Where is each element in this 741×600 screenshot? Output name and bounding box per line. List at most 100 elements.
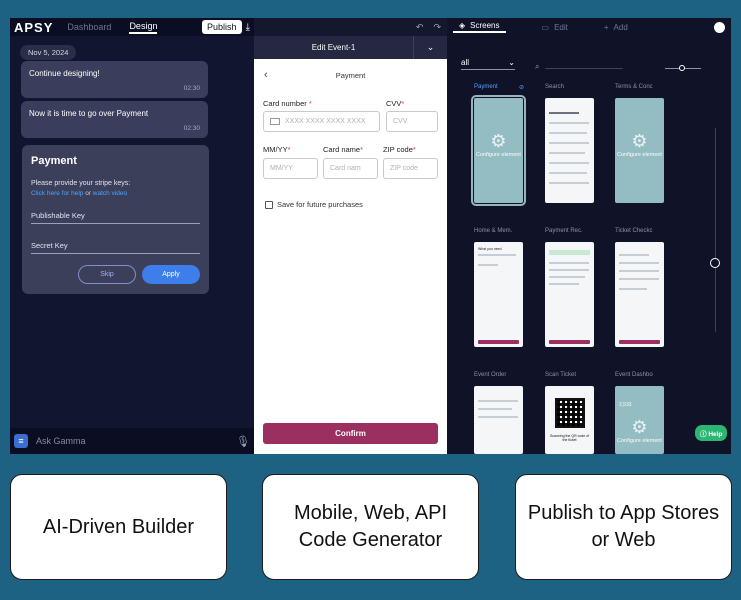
screen-label: Scan Ticket xyxy=(545,372,577,378)
payment-card-actions: Skip Apply xyxy=(78,265,200,284)
payment-config-card: Payment Please provide your stripe keys:… xyxy=(22,145,209,294)
payment-help-links: Click here for help or watch video xyxy=(31,190,200,197)
screens-panel: ◈ Screens ▭ Edit + Add all ⌄ ⌕ Payment ⊘ ⚙ Co… xyxy=(447,18,731,454)
link-icon[interactable]: ⊘ xyxy=(519,84,524,91)
app-window: APSY Dashboard Design Publish ⤓ Nov 5, 2… xyxy=(10,18,731,454)
thumb-title: What you need xyxy=(478,247,502,251)
screen-search-input[interactable] xyxy=(545,68,623,69)
publishable-key-field[interactable]: Publishable Key xyxy=(31,211,200,224)
card-icon xyxy=(270,118,280,125)
screens-toolbar: ◈ Screens ▭ Edit + Add xyxy=(447,18,731,36)
card-name-label: Card name* xyxy=(323,145,364,154)
undo-icon[interactable]: ↶ xyxy=(416,22,424,33)
zoom-slider-knob[interactable] xyxy=(679,65,685,71)
screen-thumb-scan-ticket[interactable]: Scanning the QR code of the ticket xyxy=(545,386,594,454)
or-text: or xyxy=(85,190,91,197)
qr-code xyxy=(555,398,585,428)
thumb-caption: Scanning the QR code of the ticket xyxy=(549,434,590,442)
card-number-input[interactable]: XXXX XXXX XXXX XXXX xyxy=(263,111,380,132)
feature-card-publish: Publish to App Stores or Web xyxy=(515,474,732,580)
help-button[interactable]: ⓘ Help xyxy=(695,425,728,441)
screen-label: Terms & Conc xyxy=(615,84,653,90)
screen-thumb-ticket-checkout[interactable] xyxy=(615,242,664,347)
avatar-icon[interactable] xyxy=(714,21,725,33)
back-arrow-icon[interactable]: ‹ xyxy=(264,69,268,81)
plus-icon: + xyxy=(603,22,609,32)
secret-key-field[interactable]: Secret Key xyxy=(31,241,200,254)
gear-icon: ⚙ xyxy=(631,417,648,437)
mmyy-input[interactable]: MM/YY xyxy=(263,158,318,179)
tab-add[interactable]: + Add xyxy=(604,23,628,32)
screen-thumb-home[interactable]: What you need xyxy=(474,242,523,347)
vertical-zoom-track[interactable] xyxy=(715,128,716,332)
skip-button[interactable]: Skip xyxy=(78,265,136,284)
search-icon[interactable]: ⌕ xyxy=(535,62,539,72)
save-checkbox[interactable] xyxy=(265,200,273,209)
watch-video-link[interactable]: watch video xyxy=(93,190,127,197)
date-chip: Nov 5, 2024 xyxy=(20,45,77,60)
screen-selector[interactable]: Edit Event-1 ⌄ xyxy=(254,36,447,59)
zip-label: ZIP code* xyxy=(383,145,416,154)
payment-card-prompt: Please provide your stripe keys: xyxy=(31,180,131,187)
screen-title: Edit Event-1 xyxy=(311,43,356,52)
chat-message-time: 02:30 xyxy=(183,85,200,92)
design-panel: APSY Dashboard Design Publish ⤓ Nov 5, 2… xyxy=(10,18,254,454)
screen-thumb-terms[interactable]: ⚙ Configure element xyxy=(615,98,664,203)
confirm-button[interactable]: Confirm xyxy=(263,423,438,444)
save-checkbox-label: Save for future purchases xyxy=(277,200,363,209)
screen-label: Payment xyxy=(474,84,498,90)
tab-edit[interactable]: ▭ Edit xyxy=(542,23,568,32)
cvv-input[interactable]: CVV xyxy=(386,111,438,132)
feature-card-ai-builder: AI-Driven Builder xyxy=(10,474,227,580)
payment-card-title: Payment xyxy=(31,155,77,167)
screen-label: Search xyxy=(545,84,565,90)
feature-card-code-generator: Mobile, Web, API Code Generator xyxy=(262,474,479,580)
tab-dashboard[interactable]: Dashboard xyxy=(67,22,111,32)
gear-icon: ⚙ xyxy=(490,131,507,151)
zoom-slider[interactable] xyxy=(665,65,701,71)
card-name-input[interactable]: Card nam xyxy=(323,158,378,179)
card-number-label: Card number * xyxy=(263,99,312,108)
vertical-zoom-knob[interactable] xyxy=(710,258,720,268)
screen-label: Payment Rec. xyxy=(545,228,583,234)
edit-icon: ▭ xyxy=(541,22,550,32)
screen-thumb-payment[interactable]: ⚙ Configure element xyxy=(471,95,526,206)
ask-bar: ≡ Ask Gamma 🎙 xyxy=(10,428,254,454)
tab-design[interactable]: Design xyxy=(129,21,158,34)
screen-label: Ticket Checkc xyxy=(615,228,653,234)
history-bar: ↶ ↷ xyxy=(254,18,447,36)
tab-screens[interactable]: ◈ Screens xyxy=(453,21,506,33)
top-nav: APSY Dashboard Design Publish ⤓ xyxy=(10,18,254,36)
screen-thumb-event-order[interactable] xyxy=(474,386,523,454)
screen-label: Home & Mem. xyxy=(474,228,513,234)
preview-panel: ↶ ↷ Edit Event-1 ⌄ ‹ Payment Card number… xyxy=(254,18,447,454)
chat-icon[interactable]: ≡ xyxy=(14,434,28,448)
redo-icon[interactable]: ↷ xyxy=(433,22,441,33)
apply-button[interactable]: Apply xyxy=(142,265,200,284)
page-title: Payment xyxy=(335,70,366,80)
screen-thumb-search[interactable] xyxy=(545,98,594,203)
publish-button[interactable]: Publish xyxy=(202,20,242,34)
gear-icon: ⚙ xyxy=(631,131,648,151)
screen-label: Event Order xyxy=(474,372,507,378)
ask-input[interactable]: Ask Gamma xyxy=(36,436,236,446)
chat-message: Continue designing! 02:30 xyxy=(21,61,208,98)
chat-message-text: Continue designing! xyxy=(29,69,100,78)
layers-icon: ◈ xyxy=(459,21,466,30)
zip-input[interactable]: ZIP code xyxy=(383,158,438,179)
save-checkbox-row[interactable]: Save for future purchases xyxy=(265,200,363,209)
mic-icon[interactable]: 🎙 xyxy=(236,435,250,448)
screen-label: Event Dashbo xyxy=(615,372,653,378)
thumb-value: 2,533 xyxy=(619,402,632,408)
help-link[interactable]: Click here for help xyxy=(31,190,83,197)
download-icon[interactable]: ⤓ xyxy=(246,22,250,33)
mmyy-label: MM/YY* xyxy=(263,145,291,154)
app-logo: APSY xyxy=(14,19,54,35)
screen-thumb-event-dashboard[interactable]: 2,533 ⚙ Configure element xyxy=(615,386,664,454)
chevron-down-icon[interactable]: ⌄ xyxy=(413,36,447,59)
page-header: ‹ Payment xyxy=(254,61,447,89)
chevron-down-icon: ⌄ xyxy=(508,58,515,67)
screen-filter-select[interactable]: all ⌄ xyxy=(461,58,515,70)
chat-message-text: Now it is time to go over Payment xyxy=(29,109,149,118)
screen-thumb-payment-receipt[interactable] xyxy=(545,242,594,347)
